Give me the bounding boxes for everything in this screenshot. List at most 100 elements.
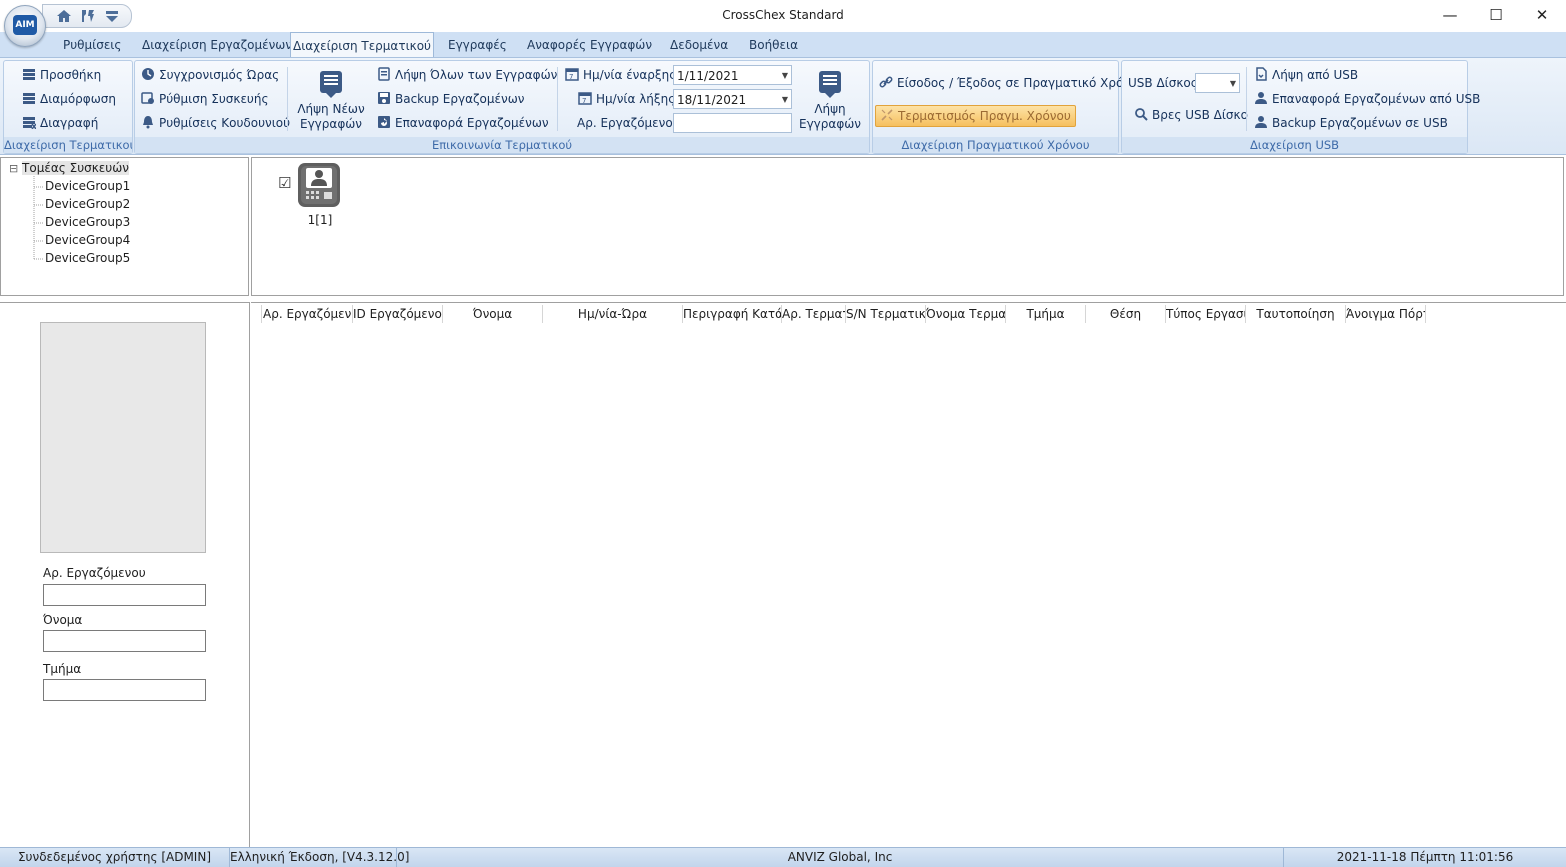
separator <box>287 67 288 131</box>
column-header[interactable]: Τμήμα <box>1006 305 1086 323</box>
employee-info-pane: Αρ. Εργαζόμενου Όνομα Τμήμα <box>0 302 250 847</box>
column-header[interactable]: Τύπος Εργασί <box>1166 305 1246 323</box>
start-date-text: Ημ/νία έναρξης <box>583 68 677 82</box>
start-date-field[interactable]: 1/11/2021 ▼ <box>673 65 792 85</box>
start-date-label: 7 Ημ/νία έναρξης <box>565 65 676 85</box>
maximize-button[interactable]: ☐ <box>1473 0 1519 31</box>
tab-help[interactable]: Βοήθεια <box>749 32 798 57</box>
records-download-icon <box>320 71 342 98</box>
svg-text:7: 7 <box>569 73 573 81</box>
status-company: ANVIZ Global, Inc <box>397 848 1284 867</box>
tree-item-devicegroup5[interactable]: DeviceGroup5 <box>45 249 130 267</box>
group-label-terminal-management: Διαχείριση Τερματικού <box>4 137 132 153</box>
end-date-field[interactable]: 18/11/2021 ▼ <box>673 89 792 109</box>
backup-to-usb-button[interactable]: Backup Εργαζομένων σε USB <box>1254 113 1448 133</box>
group-label-realtime-management: Διαχείριση Πραγματικού Χρόνου <box>873 137 1118 153</box>
department-input[interactable] <box>43 679 206 701</box>
tree-item-devicegroup3[interactable]: DeviceGroup3 <box>45 213 130 231</box>
tab-data[interactable]: Δεδομένα <box>670 32 728 57</box>
app-logo-mark: AIM <box>13 15 37 35</box>
employee-no-filter-input[interactable] <box>673 113 792 133</box>
chevron-down-icon[interactable]: ▼ <box>782 66 788 86</box>
restore-icon <box>378 116 390 128</box>
name-input[interactable] <box>43 630 206 652</box>
tab-settings[interactable]: Ρυθμίσεις <box>63 32 121 57</box>
device-label: 1[1] <box>307 213 333 227</box>
tree-item-devicegroup1[interactable]: DeviceGroup1 <box>45 177 130 195</box>
device-list-pane: ☑ 1[1] <box>251 157 1564 296</box>
tab-terminal-management[interactable]: Διαχείριση Τερματικού <box>290 32 434 58</box>
separator <box>1246 67 1247 131</box>
column-header[interactable]: Άνοιγμα Πόρτ <box>1346 305 1426 323</box>
get-new-records-button[interactable]: Λήψη Νέων Εγγραφών <box>295 69 367 132</box>
tree-item-devicegroup2[interactable]: DeviceGroup2 <box>45 195 130 213</box>
device-checkbox[interactable]: ☑ <box>278 175 291 191</box>
end-realtime-button[interactable]: Τερματισμός Πραγμ. Χρόνου <box>875 105 1076 127</box>
employee-no-label: Αρ. Εργαζόμενου <box>43 566 146 580</box>
minimize-button[interactable]: — <box>1427 0 1473 31</box>
tab-record-reports[interactable]: Αναφορές Εγγραφών <box>527 32 652 57</box>
column-header[interactable]: Αρ. Εργαζόμενο <box>263 305 353 323</box>
end-date-text: Ημ/νία λήξης <box>596 92 676 106</box>
column-header[interactable]: Όνομα Τερμα <box>926 305 1006 323</box>
broken-link-icon <box>881 109 893 121</box>
usb-disk-label: USB Δίσκος <box>1128 76 1198 90</box>
user-icon <box>1255 116 1267 128</box>
group-label-terminal-communication: Επικοινωνία Τερματικού <box>135 137 869 153</box>
start-date-value: 1/11/2021 <box>677 69 739 83</box>
svg-text:7: 7 <box>582 97 586 105</box>
column-header[interactable]: Ημ/νία-Ώρα <box>543 305 683 323</box>
restore-employees-button[interactable]: Επαναφορά Εργαζομένων <box>377 113 549 133</box>
restore-from-usb-button[interactable]: Επαναφορά Εργαζομένων από USB <box>1254 89 1480 109</box>
column-header[interactable]: Όνομα <box>443 305 543 323</box>
tree-item-devicegroup4[interactable]: DeviceGroup4 <box>45 231 130 249</box>
terminal-device-icon[interactable] <box>297 162 341 208</box>
tree-lines <box>33 176 44 260</box>
get-all-records-button[interactable]: Λήψη Όλων των Εγγραφών <box>377 65 557 85</box>
add-terminal-button[interactable]: Προσθήκη <box>22 65 101 85</box>
usb-download-icon <box>1256 67 1267 81</box>
tab-employee-management[interactable]: Διαχείριση Εργαζομένων <box>142 32 292 57</box>
device-settings-button[interactable]: Ρύθμιση Συσκευής <box>141 89 269 109</box>
app-logo[interactable]: AIM <box>4 5 46 47</box>
delete-terminal-button[interactable]: Διαγραφή <box>22 113 98 133</box>
column-header[interactable]: Περιγραφή Κατάσ <box>683 305 782 323</box>
tree-root[interactable]: ⊟ Τομέας Συσκευών <box>9 159 129 177</box>
column-header[interactable]: S/N Τερματικο <box>846 305 926 323</box>
find-usb-button[interactable]: Βρες USB Δίσκο <box>1134 105 1248 125</box>
window-title: CrossChex Standard <box>722 8 844 22</box>
column-header[interactable]: Ταυτοποίηση <box>1246 305 1346 323</box>
chevron-down-icon[interactable]: ▼ <box>1230 74 1236 94</box>
calendar-icon: 7 <box>565 68 579 81</box>
restore-from-usb-label: Επαναφορά Εργαζομένων από USB <box>1272 92 1481 106</box>
column-header[interactable]: Θέση <box>1086 305 1166 323</box>
column-header[interactable]: ID Εργαζόμενου <box>353 305 443 323</box>
configure-terminal-button[interactable]: Διαμόρφωση <box>22 89 116 109</box>
device-settings-label: Ρύθμιση Συσκευής <box>159 92 269 106</box>
employee-no-input[interactable] <box>43 584 206 606</box>
records-download-icon <box>819 71 841 98</box>
tab-records[interactable]: Εγγραφές <box>448 32 507 57</box>
status-bar: Συνδεδεμένος χρήστης [ADMIN] Ελληνική Έκ… <box>0 847 1566 867</box>
column-header[interactable]: Αρ. Τερματ <box>782 305 846 323</box>
get-records-button[interactable]: Λήψη Εγγραφών <box>795 69 865 132</box>
realtime-io-button[interactable]: Είσοδος / Έξοδος σε Πραγματικό Χρόνο <box>879 73 1137 93</box>
group-usb-management: USB Δίσκος ▼ Βρες USB Δίσκο Λήψη από USB… <box>1121 60 1480 154</box>
group-terminal-communication: Συγχρονισμός Ώρας Ρύθμιση Συσκευής Ρυθμί… <box>134 60 870 154</box>
tree-root-label: Τομέας Συσκευών <box>22 161 129 175</box>
backup-to-usb-label: Backup Εργαζομένων σε USB <box>1272 116 1448 130</box>
backup-icon <box>378 92 390 104</box>
delete-icon <box>23 117 36 129</box>
group-terminal-management: Προσθήκη Διαμόρφωση Διαγραφή Διαχείριση … <box>3 60 133 154</box>
chevron-down-icon[interactable]: ▼ <box>782 90 788 110</box>
bell-settings-button[interactable]: Ρυθμίσεις Κουδουνιού <box>141 113 290 133</box>
department-label: Τμήμα <box>43 662 82 676</box>
delete-terminal-label: Διαγραφή <box>40 116 99 130</box>
clock-icon <box>142 68 154 80</box>
tree-collapse-icon[interactable]: ⊟ <box>9 162 18 175</box>
usb-disk-select[interactable]: ▼ <box>1195 73 1240 93</box>
get-from-usb-button[interactable]: Λήψη από USB <box>1254 65 1358 85</box>
close-button[interactable]: ✕ <box>1519 0 1565 31</box>
sync-time-button[interactable]: Συγχρονισμός Ώρας <box>141 65 279 85</box>
backup-employees-button[interactable]: Backup Εργαζομένων <box>377 89 524 109</box>
